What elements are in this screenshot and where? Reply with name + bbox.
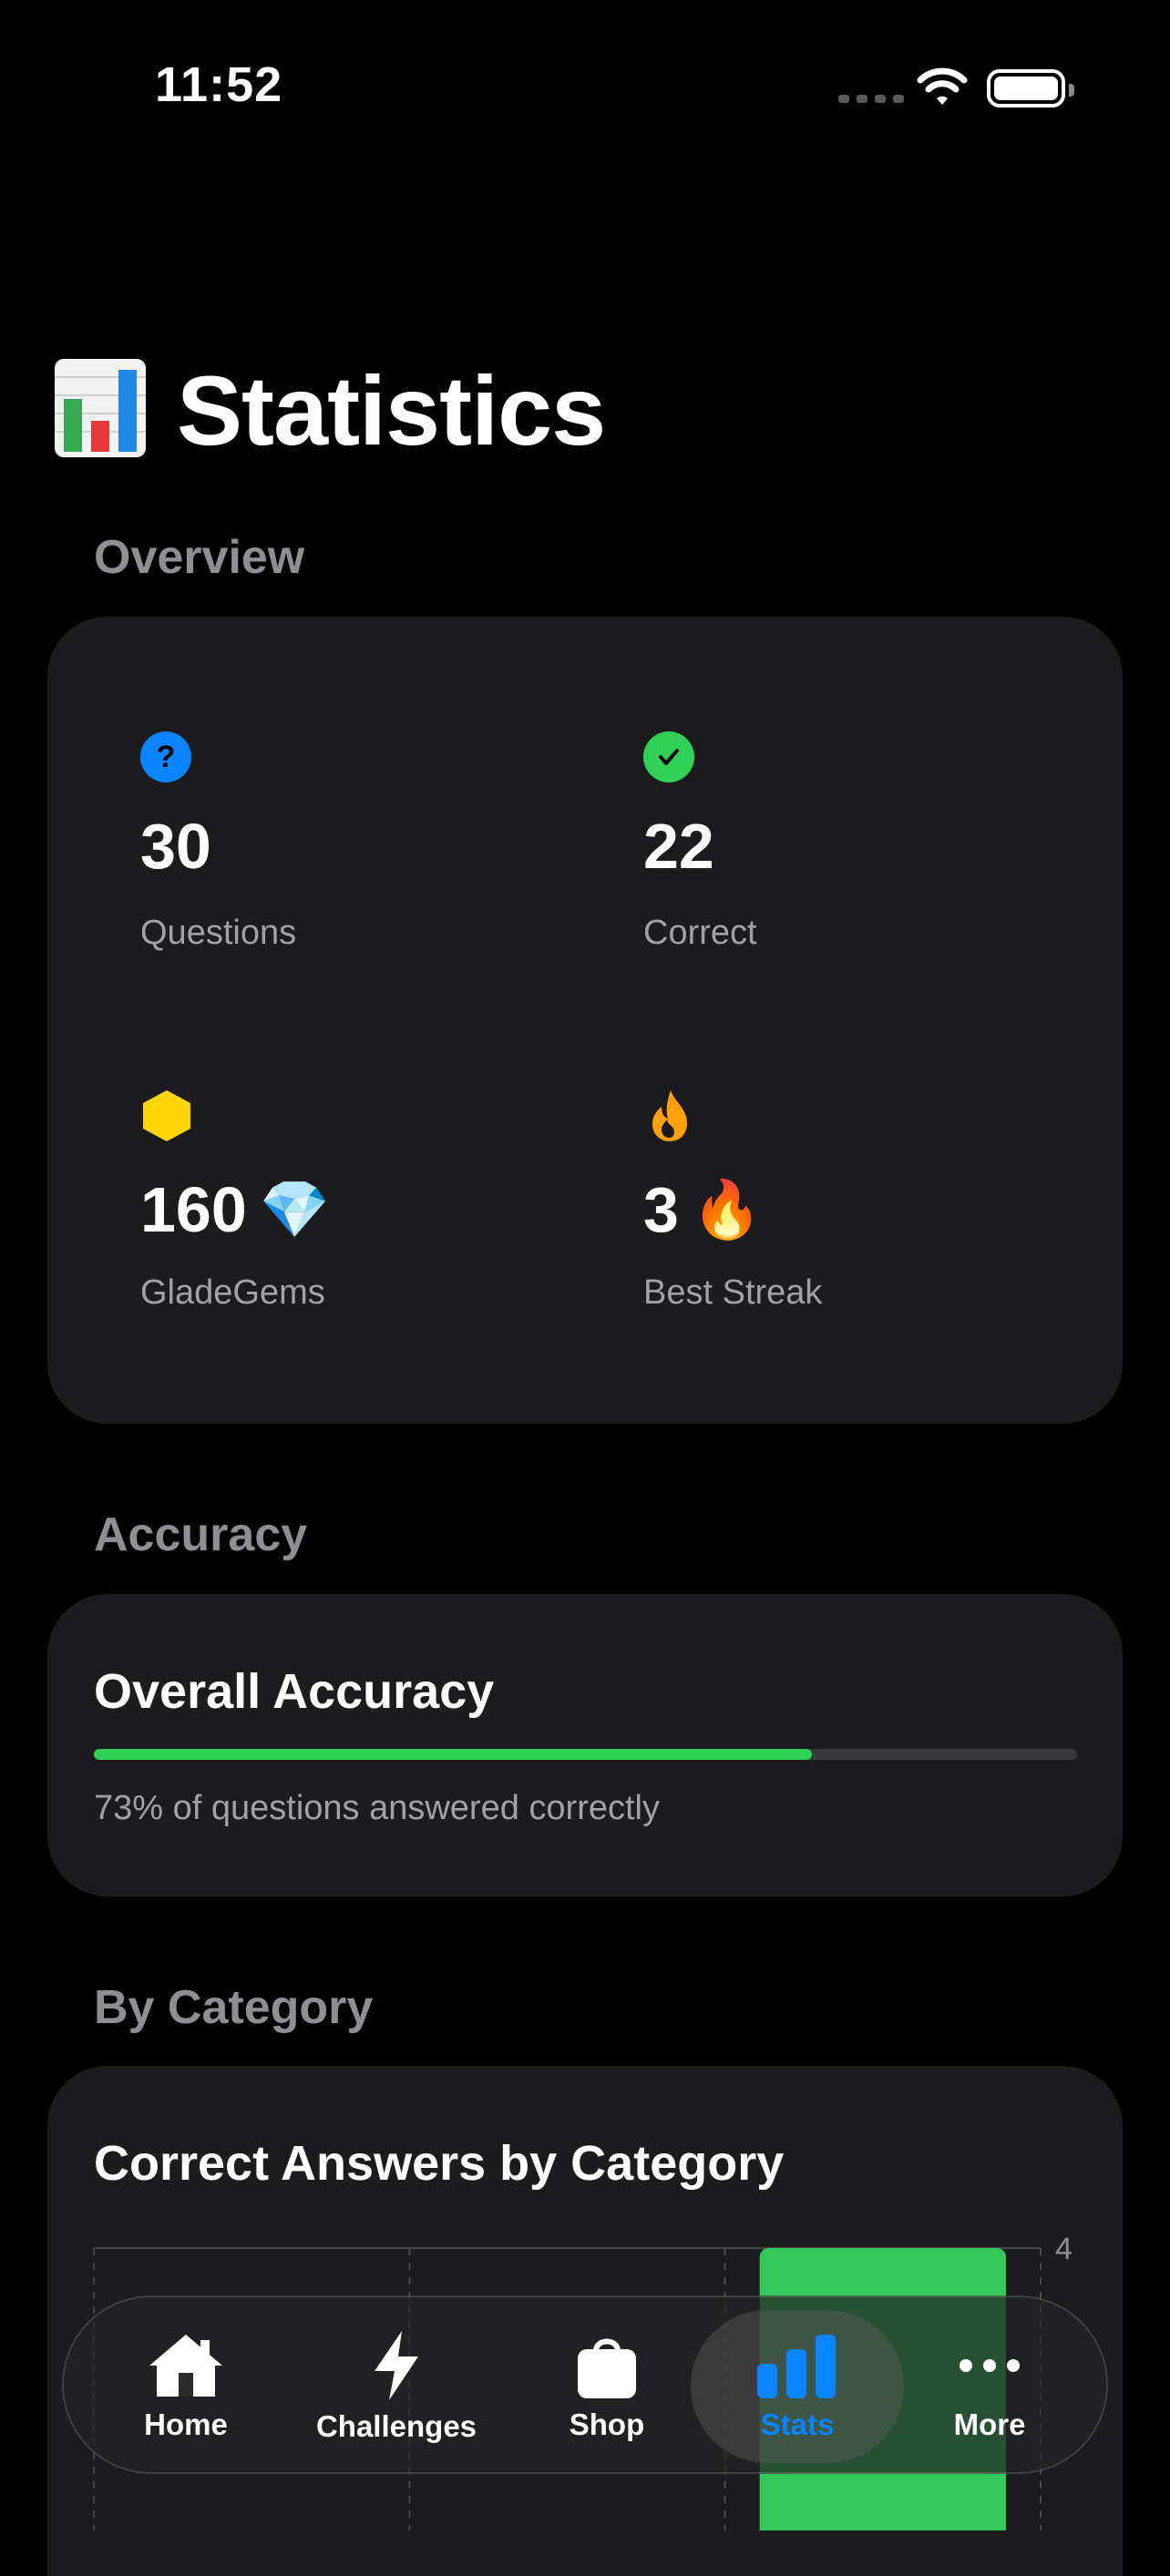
tab-label: More [953,2407,1026,2441]
chart-bar-icon [757,2335,836,2398]
stat-value: 3 [643,1174,679,1245]
tab-stats[interactable]: Stats [734,2297,861,2476]
tab-home[interactable]: Home [122,2297,250,2476]
shopping-bag-icon [578,2338,636,2398]
question-circle-icon: ? [140,731,191,782]
bar-chart-emoji-icon [55,359,146,457]
wifi-icon [917,67,968,105]
tab-label: Challenges [315,2409,477,2443]
house-icon [149,2335,222,2397]
stat-correct: 22 Correct [643,731,757,953]
bolt-icon [375,2331,418,2400]
tab-label: Home [144,2407,228,2441]
battery-icon [987,69,1074,107]
stat-label: Questions [140,914,297,952]
accuracy-card-title: Overall Accuracy [94,1664,495,1719]
stat-best-streak: 3 🔥 Best Streak [643,1089,822,1313]
stat-gladegems: 160 💎 GladeGems [140,1089,330,1313]
stat-label: GladeGems [140,1273,325,1312]
ellipsis-icon [960,2359,1020,2372]
stat-value: 30 [140,811,211,882]
accuracy-progress-bar [94,1749,1077,1760]
stat-value: 22 [643,811,714,882]
tab-challenges[interactable]: Challenges [305,2297,488,2476]
gem-emoji-icon: 💎 [259,1178,330,1242]
stat-value: 160 [140,1174,247,1245]
stat-label: Best Streak [643,1273,823,1312]
tab-more[interactable]: More [926,2297,1053,2476]
accuracy-caption: 73% of questions answered correctly [94,1789,660,1827]
tab-label: Stats [760,2407,835,2441]
overview-section-header: Overview [94,531,305,584]
tab-label: Shop [569,2407,645,2441]
chart-y-tick-label: 4 [1055,2232,1072,2266]
accuracy-section-header: Accuracy [94,1508,308,1561]
stat-questions: ? 30 Questions [140,731,296,953]
checkmark-circle-icon [643,731,694,782]
accuracy-progress-fill [94,1749,812,1760]
page-title: Statistics [177,355,606,465]
cellular-signal-icon [838,95,904,103]
flame-icon [652,1090,687,1141]
stat-label: Correct [643,914,757,952]
by-category-section-header: By Category [94,1981,374,2034]
tab-bar: Home Challenges Shop Stats More [62,2295,1108,2474]
overview-card: ? 30 Questions 22 Correct 160 💎 GladeGem… [47,617,1123,1424]
fire-emoji-icon: 🔥 [691,1178,763,1242]
status-time: 11:52 [155,57,283,112]
accuracy-card: Overall Accuracy 73% of questions answer… [47,1594,1123,1896]
hexagon-icon [143,1090,190,1141]
tab-shop[interactable]: Shop [543,2297,671,2476]
